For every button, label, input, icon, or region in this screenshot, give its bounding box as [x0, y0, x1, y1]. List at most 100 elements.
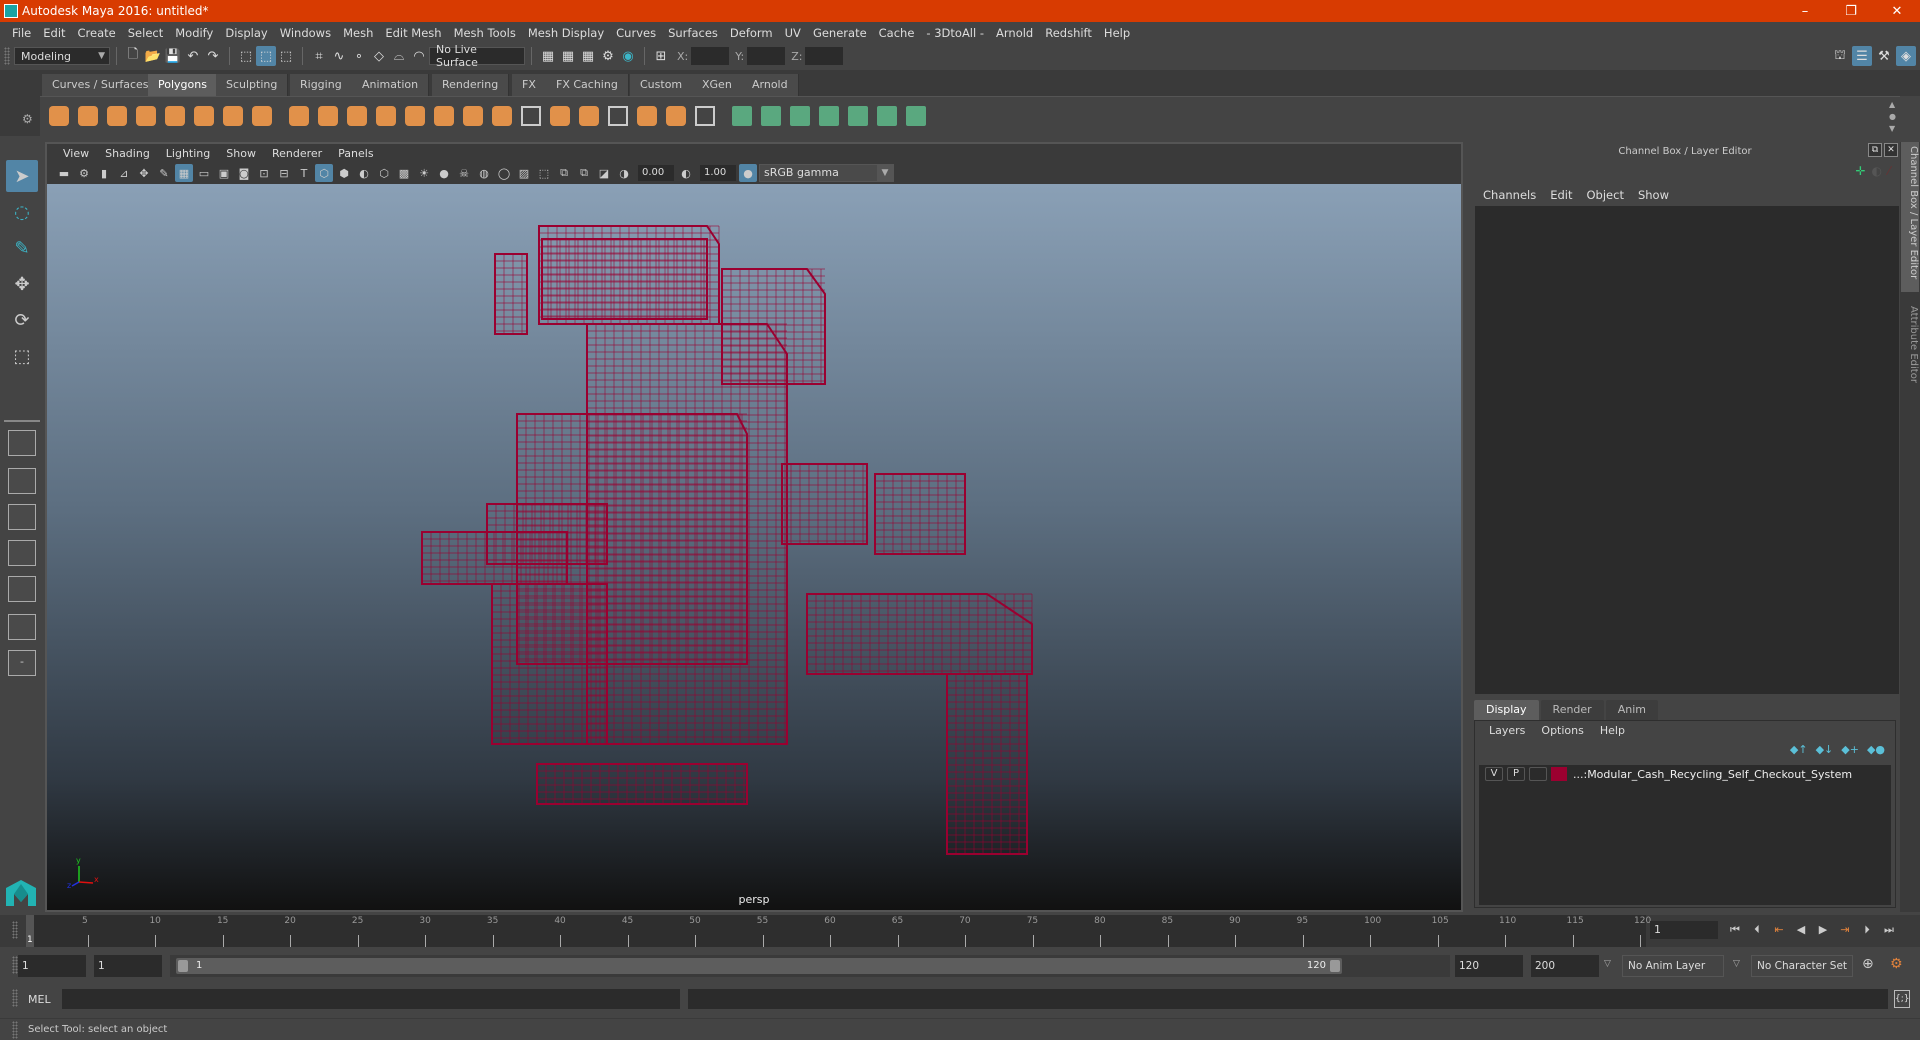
- menu-edit-mesh[interactable]: Edit Mesh: [379, 26, 447, 40]
- select-by-hierarchy-icon[interactable]: ⬚: [236, 46, 256, 66]
- motion-blur-icon[interactable]: ◍: [475, 164, 493, 182]
- undo-icon[interactable]: ↶: [183, 46, 203, 66]
- gamma-field[interactable]: 1.00: [700, 165, 736, 181]
- go-to-start-icon[interactable]: ⏮: [1726, 921, 1744, 939]
- paint-select-tool-icon[interactable]: ✎: [6, 232, 38, 264]
- screen-space-ao-icon[interactable]: ☠: [455, 164, 473, 182]
- shadows-icon[interactable]: ●: [435, 164, 453, 182]
- animation-start-field[interactable]: 1: [18, 955, 86, 977]
- append-polygon-icon[interactable]: [605, 103, 631, 129]
- live-surface-field[interactable]: No Live Surface: [429, 43, 525, 69]
- isolate-select-icon[interactable]: ⬚: [535, 164, 553, 182]
- color-management-toggle-icon[interactable]: ●: [739, 164, 757, 182]
- textured-icon[interactable]: ▩: [395, 164, 413, 182]
- render-current-frame-icon[interactable]: ▦: [558, 46, 578, 66]
- safe-title-icon[interactable]: T: [295, 164, 313, 182]
- uv-unfold-icon[interactable]: [845, 103, 871, 129]
- layer-display-type-toggle[interactable]: [1529, 767, 1547, 781]
- resolution-gate-icon[interactable]: ▣: [215, 164, 233, 182]
- step-forward-key-icon[interactable]: ⇥: [1836, 921, 1854, 939]
- menu-cache[interactable]: Cache: [873, 26, 921, 40]
- image-plane-icon[interactable]: ⊿: [115, 164, 133, 182]
- tool-settings-icon[interactable]: ⚒: [1874, 46, 1894, 66]
- shelf-tab-curves-surfaces[interactable]: Curves / Surfaces: [42, 74, 160, 96]
- merge-icon[interactable]: [663, 103, 689, 129]
- persp-outliner-layout-icon[interactable]: [8, 504, 36, 530]
- y-input[interactable]: [747, 47, 786, 65]
- xray-joints-icon[interactable]: ◪: [595, 164, 613, 182]
- gate-mask-icon[interactable]: ◙: [235, 164, 253, 182]
- menu-redshift[interactable]: Redshift: [1039, 26, 1098, 40]
- bookmarks-icon[interactable]: ▮: [95, 164, 113, 182]
- grid-icon[interactable]: ▦: [175, 164, 193, 182]
- open-scene-icon[interactable]: 📂: [143, 46, 163, 66]
- depth-of-field-icon[interactable]: ▨: [515, 164, 533, 182]
- exposure-field[interactable]: 0.00: [638, 165, 674, 181]
- range-start-handle[interactable]: [178, 960, 188, 972]
- menu-arnold[interactable]: Arnold: [990, 26, 1039, 40]
- tab-render[interactable]: Render: [1540, 700, 1604, 720]
- anim-layer-dropdown-arrow-icon[interactable]: ▽: [1604, 959, 1611, 969]
- tab-anim[interactable]: Anim: [1605, 700, 1658, 720]
- snap-to-grid-icon[interactable]: ⌗: [309, 46, 329, 66]
- layer-menu-help[interactable]: Help: [1592, 724, 1633, 737]
- single-perspective-layout-icon[interactable]: [8, 430, 36, 456]
- layer-visibility-toggle[interactable]: V: [1485, 767, 1503, 781]
- xray-icon[interactable]: ⧉: [555, 164, 573, 182]
- wireframe-on-shaded-icon[interactable]: ⬡: [375, 164, 393, 182]
- lasso-tool-icon[interactable]: ◌: [6, 196, 38, 228]
- current-frame-field[interactable]: 1: [1650, 921, 1718, 939]
- channel-box-menu-object[interactable]: Object: [1580, 188, 1631, 202]
- render-settings-icon[interactable]: ⚙: [598, 46, 618, 66]
- menu-set-dropdown[interactable]: Modeling ▼: [14, 47, 110, 65]
- multisample-aa-icon[interactable]: ◯: [495, 164, 513, 182]
- menu-display[interactable]: Display: [219, 26, 273, 40]
- persp-graph-layout-icon[interactable]: [8, 540, 36, 566]
- camera-attributes-icon[interactable]: ⚙: [75, 164, 93, 182]
- uv-cylindrical-icon[interactable]: [758, 103, 784, 129]
- z-input[interactable]: [805, 47, 844, 65]
- new-layer-from-selected-icon[interactable]: ◆●: [1867, 743, 1885, 756]
- shelf-tab-animation[interactable]: Animation: [352, 74, 430, 96]
- help-line-grip[interactable]: [12, 1021, 18, 1039]
- tab-attribute-editor[interactable]: Attribute Editor: [1901, 302, 1919, 412]
- menu-3dtoall[interactable]: - 3DtoAll -: [920, 26, 990, 40]
- multi-cut-icon[interactable]: [460, 103, 486, 129]
- animation-preferences-icon[interactable]: ⚙: [1890, 956, 1903, 972]
- bevel-icon[interactable]: [547, 103, 573, 129]
- mel-command-input[interactable]: [62, 989, 680, 1009]
- shelf-tab-fx[interactable]: FX: [512, 74, 547, 96]
- menu-create[interactable]: Create: [72, 26, 122, 40]
- menu-help[interactable]: Help: [1098, 26, 1136, 40]
- smooth-icon[interactable]: [373, 103, 399, 129]
- snap-to-view-plane-icon[interactable]: ◇: [369, 46, 389, 66]
- checkout-system-wireframe-model[interactable]: [47, 184, 1461, 910]
- poly-pipe-icon[interactable]: [249, 103, 275, 129]
- bridge-icon[interactable]: [518, 103, 544, 129]
- snap-to-point-icon[interactable]: ∘: [349, 46, 369, 66]
- field-chart-icon[interactable]: ⊡: [255, 164, 273, 182]
- step-back-frame-icon[interactable]: ⏴: [1748, 921, 1766, 939]
- time-slider-track[interactable]: 1 5 10 15 20 25 30 35 40 45 50 55 60 65 70 75 80 85 90 95 1…: [26, 915, 1651, 947]
- shelf-tab-rendering[interactable]: Rendering: [432, 74, 510, 96]
- mirror-icon[interactable]: [344, 103, 370, 129]
- shelf-tab-custom[interactable]: Custom: [630, 74, 694, 96]
- time-slider-grip[interactable]: [12, 921, 18, 939]
- select-camera-icon[interactable]: ▬: [55, 164, 73, 182]
- layer-playback-toggle[interactable]: P: [1507, 767, 1525, 781]
- channel-box-menu-channels[interactable]: Channels: [1476, 188, 1543, 202]
- combine-icon[interactable]: [286, 103, 312, 129]
- snap-to-curve-icon[interactable]: ∿: [329, 46, 349, 66]
- transform-input-icon[interactable]: ⊞: [651, 46, 671, 66]
- auto-key-icon[interactable]: ⊕: [1862, 956, 1874, 972]
- channel-box-menu-show[interactable]: Show: [1631, 188, 1676, 202]
- close-button[interactable]: ✕: [1874, 4, 1920, 19]
- play-backwards-icon[interactable]: ◀: [1792, 921, 1810, 939]
- shelf-tab-fx-caching[interactable]: FX Caching: [546, 74, 629, 96]
- poly-sphere-icon[interactable]: [46, 103, 72, 129]
- menu-generate[interactable]: Generate: [807, 26, 873, 40]
- current-time-marker[interactable]: 1: [26, 915, 34, 947]
- 2d-pan-zoom-icon[interactable]: ✥: [135, 164, 153, 182]
- move-layer-down-icon[interactable]: ◆↓: [1816, 743, 1834, 756]
- uv-spherical-icon[interactable]: [787, 103, 813, 129]
